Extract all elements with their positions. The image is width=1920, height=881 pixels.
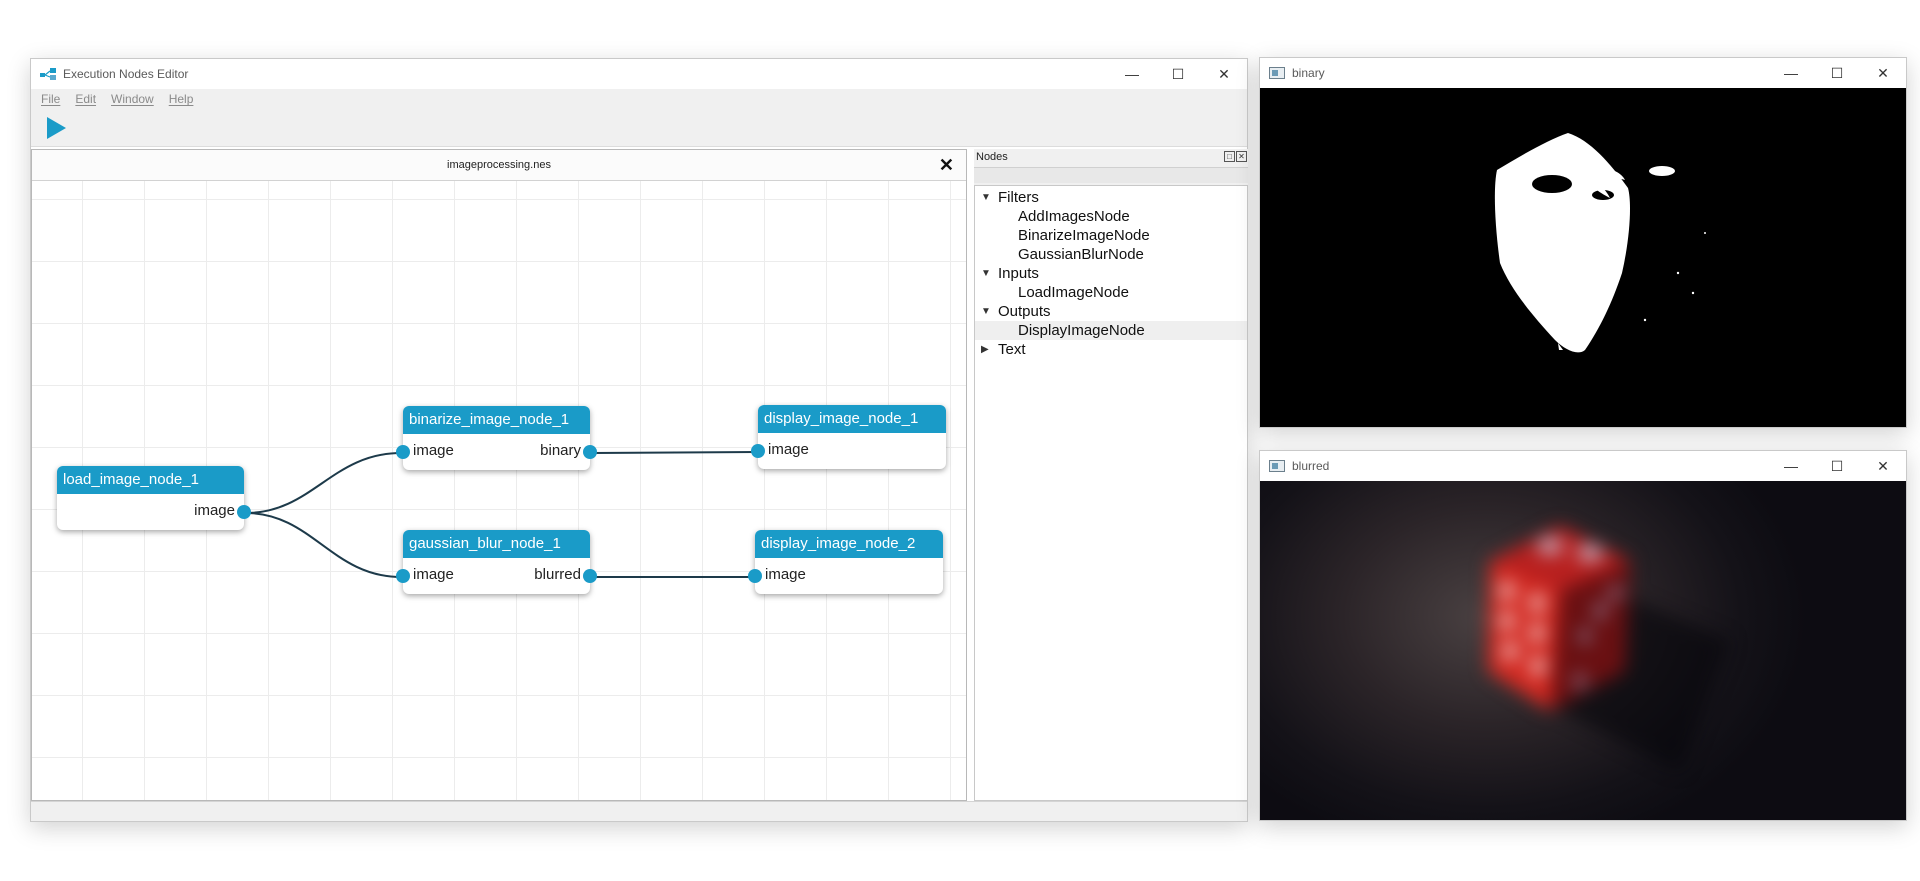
output-port-image[interactable] bbox=[237, 505, 251, 519]
close-panel-icon[interactable]: ✕ bbox=[1236, 151, 1247, 162]
close-icon[interactable]: ✕ bbox=[1860, 58, 1906, 88]
nodes-filter-field[interactable] bbox=[974, 167, 1248, 183]
toolbar bbox=[31, 109, 1247, 147]
binary-window-title: binary bbox=[1292, 66, 1325, 80]
graph-node-display2[interactable]: display_image_node_2 image bbox=[748, 530, 943, 594]
blurred-window-title: blurred bbox=[1292, 459, 1330, 473]
graph-node-gaussian[interactable]: gaussian_blur_node_1 image blurred bbox=[396, 530, 597, 594]
float-panel-icon[interactable]: □ bbox=[1224, 151, 1235, 162]
maximize-icon[interactable]: ☐ bbox=[1155, 59, 1201, 89]
port-label: image bbox=[194, 502, 235, 519]
close-icon[interactable]: ✕ bbox=[1860, 451, 1906, 481]
menu-bar: File Edit Window Help bbox=[31, 89, 1247, 109]
nodes-panel-title: Nodes bbox=[976, 151, 1008, 163]
graph-node-binarize[interactable]: binarize_image_node_1 image binary bbox=[396, 406, 597, 470]
window-title: Execution Nodes Editor bbox=[63, 67, 189, 81]
graph-node-display1[interactable]: display_image_node_1 image bbox=[751, 405, 946, 469]
node-title: binarize_image_node_1 bbox=[403, 406, 590, 434]
close-icon[interactable]: ✕ bbox=[1201, 59, 1247, 89]
binary-image-window: binary — ☐ ✕ bbox=[1259, 57, 1907, 428]
menu-file[interactable]: File bbox=[31, 92, 65, 106]
node-title: gaussian_blur_node_1 bbox=[403, 530, 590, 558]
tree-item-display-image[interactable]: DisplayImageNode bbox=[975, 321, 1247, 340]
tree-category-outputs[interactable]: ▼ Outputs bbox=[975, 302, 1247, 321]
input-port-image[interactable] bbox=[748, 569, 762, 583]
node-canvas[interactable]: load_image_node_1 image binarize_image_n… bbox=[32, 181, 966, 800]
node-title: display_image_node_2 bbox=[755, 530, 943, 558]
status-bar bbox=[31, 801, 1247, 821]
menu-edit[interactable]: Edit bbox=[65, 92, 101, 106]
editor-titlebar[interactable]: Execution Nodes Editor bbox=[31, 59, 1247, 89]
binary-image-view bbox=[1260, 88, 1906, 427]
app-icon bbox=[40, 68, 56, 80]
menu-window[interactable]: Window bbox=[101, 92, 159, 106]
menu-help[interactable]: Help bbox=[159, 92, 199, 106]
maximize-icon[interactable]: ☐ bbox=[1814, 58, 1860, 88]
image-window-icon bbox=[1269, 67, 1285, 79]
nodes-panel: Nodes □ ✕ ▼ Filters AddImagesNode Binariz… bbox=[974, 149, 1248, 801]
tree-category-inputs[interactable]: ▼ Inputs bbox=[975, 264, 1247, 283]
port-label: image bbox=[768, 441, 809, 458]
port-label: image bbox=[413, 566, 454, 583]
expanded-arrow-icon[interactable]: ▼ bbox=[981, 302, 991, 321]
input-port-image[interactable] bbox=[751, 444, 765, 458]
blurred-image-view bbox=[1260, 481, 1906, 820]
close-tab-icon[interactable]: ✕ bbox=[939, 150, 954, 181]
blurred-image-window: blurred — ☐ ✕ bbox=[1259, 450, 1907, 821]
minimize-icon[interactable]: — bbox=[1109, 59, 1155, 89]
port-label: image bbox=[413, 442, 454, 459]
tree-item-load-image[interactable]: LoadImageNode bbox=[975, 283, 1247, 302]
tree-item-add-images[interactable]: AddImagesNode bbox=[975, 207, 1247, 226]
port-label: image bbox=[765, 566, 806, 583]
nodes-tree: ▼ Filters AddImagesNode BinarizeImageNode… bbox=[974, 185, 1248, 801]
minimize-icon[interactable]: — bbox=[1768, 58, 1814, 88]
tree-item-gaussian-blur[interactable]: GaussianBlurNode bbox=[975, 245, 1247, 264]
expanded-arrow-icon[interactable]: ▼ bbox=[981, 264, 991, 283]
maximize-icon[interactable]: ☐ bbox=[1814, 451, 1860, 481]
output-port-binary[interactable] bbox=[583, 445, 597, 459]
node-title: display_image_node_1 bbox=[758, 405, 946, 433]
graph-node-load[interactable]: load_image_node_1 image bbox=[57, 466, 251, 530]
minimize-icon[interactable]: — bbox=[1768, 451, 1814, 481]
node-title: load_image_node_1 bbox=[57, 466, 244, 494]
editor-window: Execution Nodes Editor — ☐ ✕ File Edit W… bbox=[30, 58, 1248, 822]
document-tab[interactable]: imageprocessing.nes ✕ bbox=[32, 150, 966, 181]
link-load-to-gaussian[interactable] bbox=[245, 512, 402, 578]
port-label: blurred bbox=[534, 566, 581, 583]
image-window-icon bbox=[1269, 460, 1285, 472]
link-binarize-to-display1[interactable] bbox=[591, 451, 759, 454]
blurred-image bbox=[1488, 526, 1730, 771]
binary-image bbox=[1494, 133, 1706, 353]
link-load-to-binarize[interactable] bbox=[245, 452, 402, 514]
tree-category-text[interactable]: ▶ Text bbox=[975, 340, 1247, 359]
tree-item-binarize-image[interactable]: BinarizeImageNode bbox=[975, 226, 1247, 245]
run-play-icon[interactable] bbox=[43, 115, 69, 141]
port-label: binary bbox=[540, 442, 581, 459]
expanded-arrow-icon[interactable]: ▼ bbox=[981, 188, 991, 207]
tree-category-filters[interactable]: ▼ Filters bbox=[975, 188, 1247, 207]
document-tab-label: imageprocessing.nes bbox=[447, 159, 551, 171]
input-port-image[interactable] bbox=[396, 445, 410, 459]
graph-editor: imageprocessing.nes ✕ load_image_node_1 … bbox=[31, 149, 967, 801]
input-port-image[interactable] bbox=[396, 569, 410, 583]
output-port-blurred[interactable] bbox=[583, 569, 597, 583]
collapsed-arrow-icon[interactable]: ▶ bbox=[981, 340, 989, 359]
